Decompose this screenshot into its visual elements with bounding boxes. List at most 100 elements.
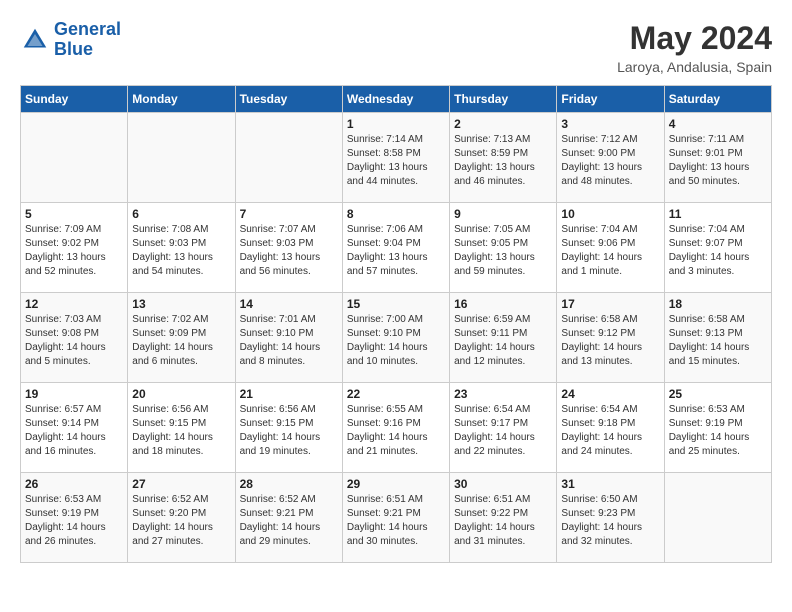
day-number: 10 <box>561 207 659 221</box>
month-year: May 2024 <box>617 20 772 57</box>
calendar-cell: 27 Sunrise: 6:52 AM Sunset: 9:20 PM Dayli… <box>128 473 235 563</box>
weekday-header-row: SundayMondayTuesdayWednesdayThursdayFrid… <box>21 86 772 113</box>
logo-line2: Blue <box>54 39 93 59</box>
location: Laroya, Andalusia, Spain <box>617 59 772 75</box>
day-info: Sunrise: 6:52 AM Sunset: 9:20 PM Dayligh… <box>132 493 230 549</box>
day-number: 11 <box>669 207 767 221</box>
day-info: Sunrise: 7:00 AM Sunset: 9:10 PM Dayligh… <box>347 313 445 369</box>
day-info: Sunrise: 7:06 AM Sunset: 9:04 PM Dayligh… <box>347 223 445 279</box>
day-number: 29 <box>347 477 445 491</box>
calendar-cell: 10 Sunrise: 7:04 AM Sunset: 9:06 PM Dayli… <box>557 203 664 293</box>
day-number: 16 <box>454 297 552 311</box>
page-header: General Blue May 2024 Laroya, Andalusia,… <box>20 20 772 75</box>
day-number: 26 <box>25 477 123 491</box>
day-info: Sunrise: 7:03 AM Sunset: 9:08 PM Dayligh… <box>25 313 123 369</box>
title-block: May 2024 Laroya, Andalusia, Spain <box>617 20 772 75</box>
day-number: 30 <box>454 477 552 491</box>
weekday-header-thursday: Thursday <box>450 86 557 113</box>
day-info: Sunrise: 6:56 AM Sunset: 9:15 PM Dayligh… <box>240 403 338 459</box>
calendar-cell: 1Sunrise: 7:14 AM Sunset: 8:58 PM Daylig… <box>342 113 449 203</box>
calendar-cell: 5 Sunrise: 7:09 AM Sunset: 9:02 PM Daylig… <box>21 203 128 293</box>
weekday-header-saturday: Saturday <box>664 86 771 113</box>
day-number: 6 <box>132 207 230 221</box>
calendar-cell: 13 Sunrise: 7:02 AM Sunset: 9:09 PM Dayli… <box>128 293 235 383</box>
day-number: 25 <box>669 387 767 401</box>
weekday-header-tuesday: Tuesday <box>235 86 342 113</box>
day-info: Sunrise: 6:58 AM Sunset: 9:13 PM Dayligh… <box>669 313 767 369</box>
calendar-cell: 30 Sunrise: 6:51 AM Sunset: 9:22 PM Dayli… <box>450 473 557 563</box>
calendar-week-5: 26 Sunrise: 6:53 AM Sunset: 9:19 PM Dayli… <box>21 473 772 563</box>
day-info: Sunrise: 6:55 AM Sunset: 9:16 PM Dayligh… <box>347 403 445 459</box>
calendar-cell: 3Sunrise: 7:12 AM Sunset: 9:00 PM Daylig… <box>557 113 664 203</box>
day-info: Sunrise: 7:08 AM Sunset: 9:03 PM Dayligh… <box>132 223 230 279</box>
calendar-cell: 12 Sunrise: 7:03 AM Sunset: 9:08 PM Dayli… <box>21 293 128 383</box>
calendar-cell: 29 Sunrise: 6:51 AM Sunset: 9:21 PM Dayli… <box>342 473 449 563</box>
calendar-cell: 4Sunrise: 7:11 AM Sunset: 9:01 PM Daylig… <box>664 113 771 203</box>
day-number: 8 <box>347 207 445 221</box>
day-info: Sunrise: 6:51 AM Sunset: 9:21 PM Dayligh… <box>347 493 445 549</box>
day-number: 18 <box>669 297 767 311</box>
calendar-cell: 9 Sunrise: 7:05 AM Sunset: 9:05 PM Daylig… <box>450 203 557 293</box>
calendar-cell: 25 Sunrise: 6:53 AM Sunset: 9:19 PM Dayli… <box>664 383 771 473</box>
logo: General Blue <box>20 20 121 60</box>
day-info: Sunrise: 6:58 AM Sunset: 9:12 PM Dayligh… <box>561 313 659 369</box>
calendar-cell: 14Sunrise: 7:01 AM Sunset: 9:10 PM Dayli… <box>235 293 342 383</box>
calendar-cell: 11 Sunrise: 7:04 AM Sunset: 9:07 PM Dayli… <box>664 203 771 293</box>
day-number: 12 <box>25 297 123 311</box>
day-number: 31 <box>561 477 659 491</box>
calendar-cell: 22 Sunrise: 6:55 AM Sunset: 9:16 PM Dayli… <box>342 383 449 473</box>
day-info: Sunrise: 7:14 AM Sunset: 8:58 PM Dayligh… <box>347 133 445 189</box>
calendar-table: SundayMondayTuesdayWednesdayThursdayFrid… <box>20 85 772 563</box>
day-number: 5 <box>25 207 123 221</box>
day-info: Sunrise: 7:04 AM Sunset: 9:07 PM Dayligh… <box>669 223 767 279</box>
logo-text: General Blue <box>54 20 121 60</box>
day-number: 7 <box>240 207 338 221</box>
day-info: Sunrise: 6:51 AM Sunset: 9:22 PM Dayligh… <box>454 493 552 549</box>
calendar-cell: 18 Sunrise: 6:58 AM Sunset: 9:13 PM Dayli… <box>664 293 771 383</box>
calendar-cell: 24Sunrise: 6:54 AM Sunset: 9:18 PM Dayli… <box>557 383 664 473</box>
calendar-cell: 8 Sunrise: 7:06 AM Sunset: 9:04 PM Daylig… <box>342 203 449 293</box>
day-number: 22 <box>347 387 445 401</box>
calendar-cell: 6 Sunrise: 7:08 AM Sunset: 9:03 PM Daylig… <box>128 203 235 293</box>
day-info: Sunrise: 7:09 AM Sunset: 9:02 PM Dayligh… <box>25 223 123 279</box>
day-info: Sunrise: 6:54 AM Sunset: 9:17 PM Dayligh… <box>454 403 552 459</box>
day-number: 27 <box>132 477 230 491</box>
calendar-cell <box>664 473 771 563</box>
day-number: 24 <box>561 387 659 401</box>
day-info: Sunrise: 7:12 AM Sunset: 9:00 PM Dayligh… <box>561 133 659 189</box>
calendar-cell: 21Sunrise: 6:56 AM Sunset: 9:15 PM Dayli… <box>235 383 342 473</box>
day-info: Sunrise: 7:02 AM Sunset: 9:09 PM Dayligh… <box>132 313 230 369</box>
calendar-cell <box>128 113 235 203</box>
day-number: 23 <box>454 387 552 401</box>
day-info: Sunrise: 7:13 AM Sunset: 8:59 PM Dayligh… <box>454 133 552 189</box>
day-info: Sunrise: 7:07 AM Sunset: 9:03 PM Dayligh… <box>240 223 338 279</box>
calendar-cell: 7 Sunrise: 7:07 AM Sunset: 9:03 PM Daylig… <box>235 203 342 293</box>
weekday-header-friday: Friday <box>557 86 664 113</box>
day-info: Sunrise: 6:53 AM Sunset: 9:19 PM Dayligh… <box>25 493 123 549</box>
day-number: 15 <box>347 297 445 311</box>
day-number: 17 <box>561 297 659 311</box>
weekday-header-sunday: Sunday <box>21 86 128 113</box>
day-info: Sunrise: 6:57 AM Sunset: 9:14 PM Dayligh… <box>25 403 123 459</box>
logo-line1: General <box>54 19 121 39</box>
day-number: 4 <box>669 117 767 131</box>
day-info: Sunrise: 7:05 AM Sunset: 9:05 PM Dayligh… <box>454 223 552 279</box>
day-info: Sunrise: 7:04 AM Sunset: 9:06 PM Dayligh… <box>561 223 659 279</box>
day-number: 13 <box>132 297 230 311</box>
calendar-week-2: 5 Sunrise: 7:09 AM Sunset: 9:02 PM Daylig… <box>21 203 772 293</box>
day-info: Sunrise: 6:53 AM Sunset: 9:19 PM Dayligh… <box>669 403 767 459</box>
calendar-week-1: 1Sunrise: 7:14 AM Sunset: 8:58 PM Daylig… <box>21 113 772 203</box>
day-info: Sunrise: 6:59 AM Sunset: 9:11 PM Dayligh… <box>454 313 552 369</box>
calendar-cell: 15 Sunrise: 7:00 AM Sunset: 9:10 PM Dayli… <box>342 293 449 383</box>
calendar-week-4: 19 Sunrise: 6:57 AM Sunset: 9:14 PM Dayli… <box>21 383 772 473</box>
day-number: 19 <box>25 387 123 401</box>
day-number: 9 <box>454 207 552 221</box>
day-info: Sunrise: 6:52 AM Sunset: 9:21 PM Dayligh… <box>240 493 338 549</box>
weekday-header-wednesday: Wednesday <box>342 86 449 113</box>
day-info: Sunrise: 6:56 AM Sunset: 9:15 PM Dayligh… <box>132 403 230 459</box>
calendar-cell: 28Sunrise: 6:52 AM Sunset: 9:21 PM Dayli… <box>235 473 342 563</box>
day-info: Sunrise: 7:01 AM Sunset: 9:10 PM Dayligh… <box>240 313 338 369</box>
calendar-cell: 26 Sunrise: 6:53 AM Sunset: 9:19 PM Dayli… <box>21 473 128 563</box>
calendar-cell: 23 Sunrise: 6:54 AM Sunset: 9:17 PM Dayli… <box>450 383 557 473</box>
calendar-cell: 19 Sunrise: 6:57 AM Sunset: 9:14 PM Dayli… <box>21 383 128 473</box>
